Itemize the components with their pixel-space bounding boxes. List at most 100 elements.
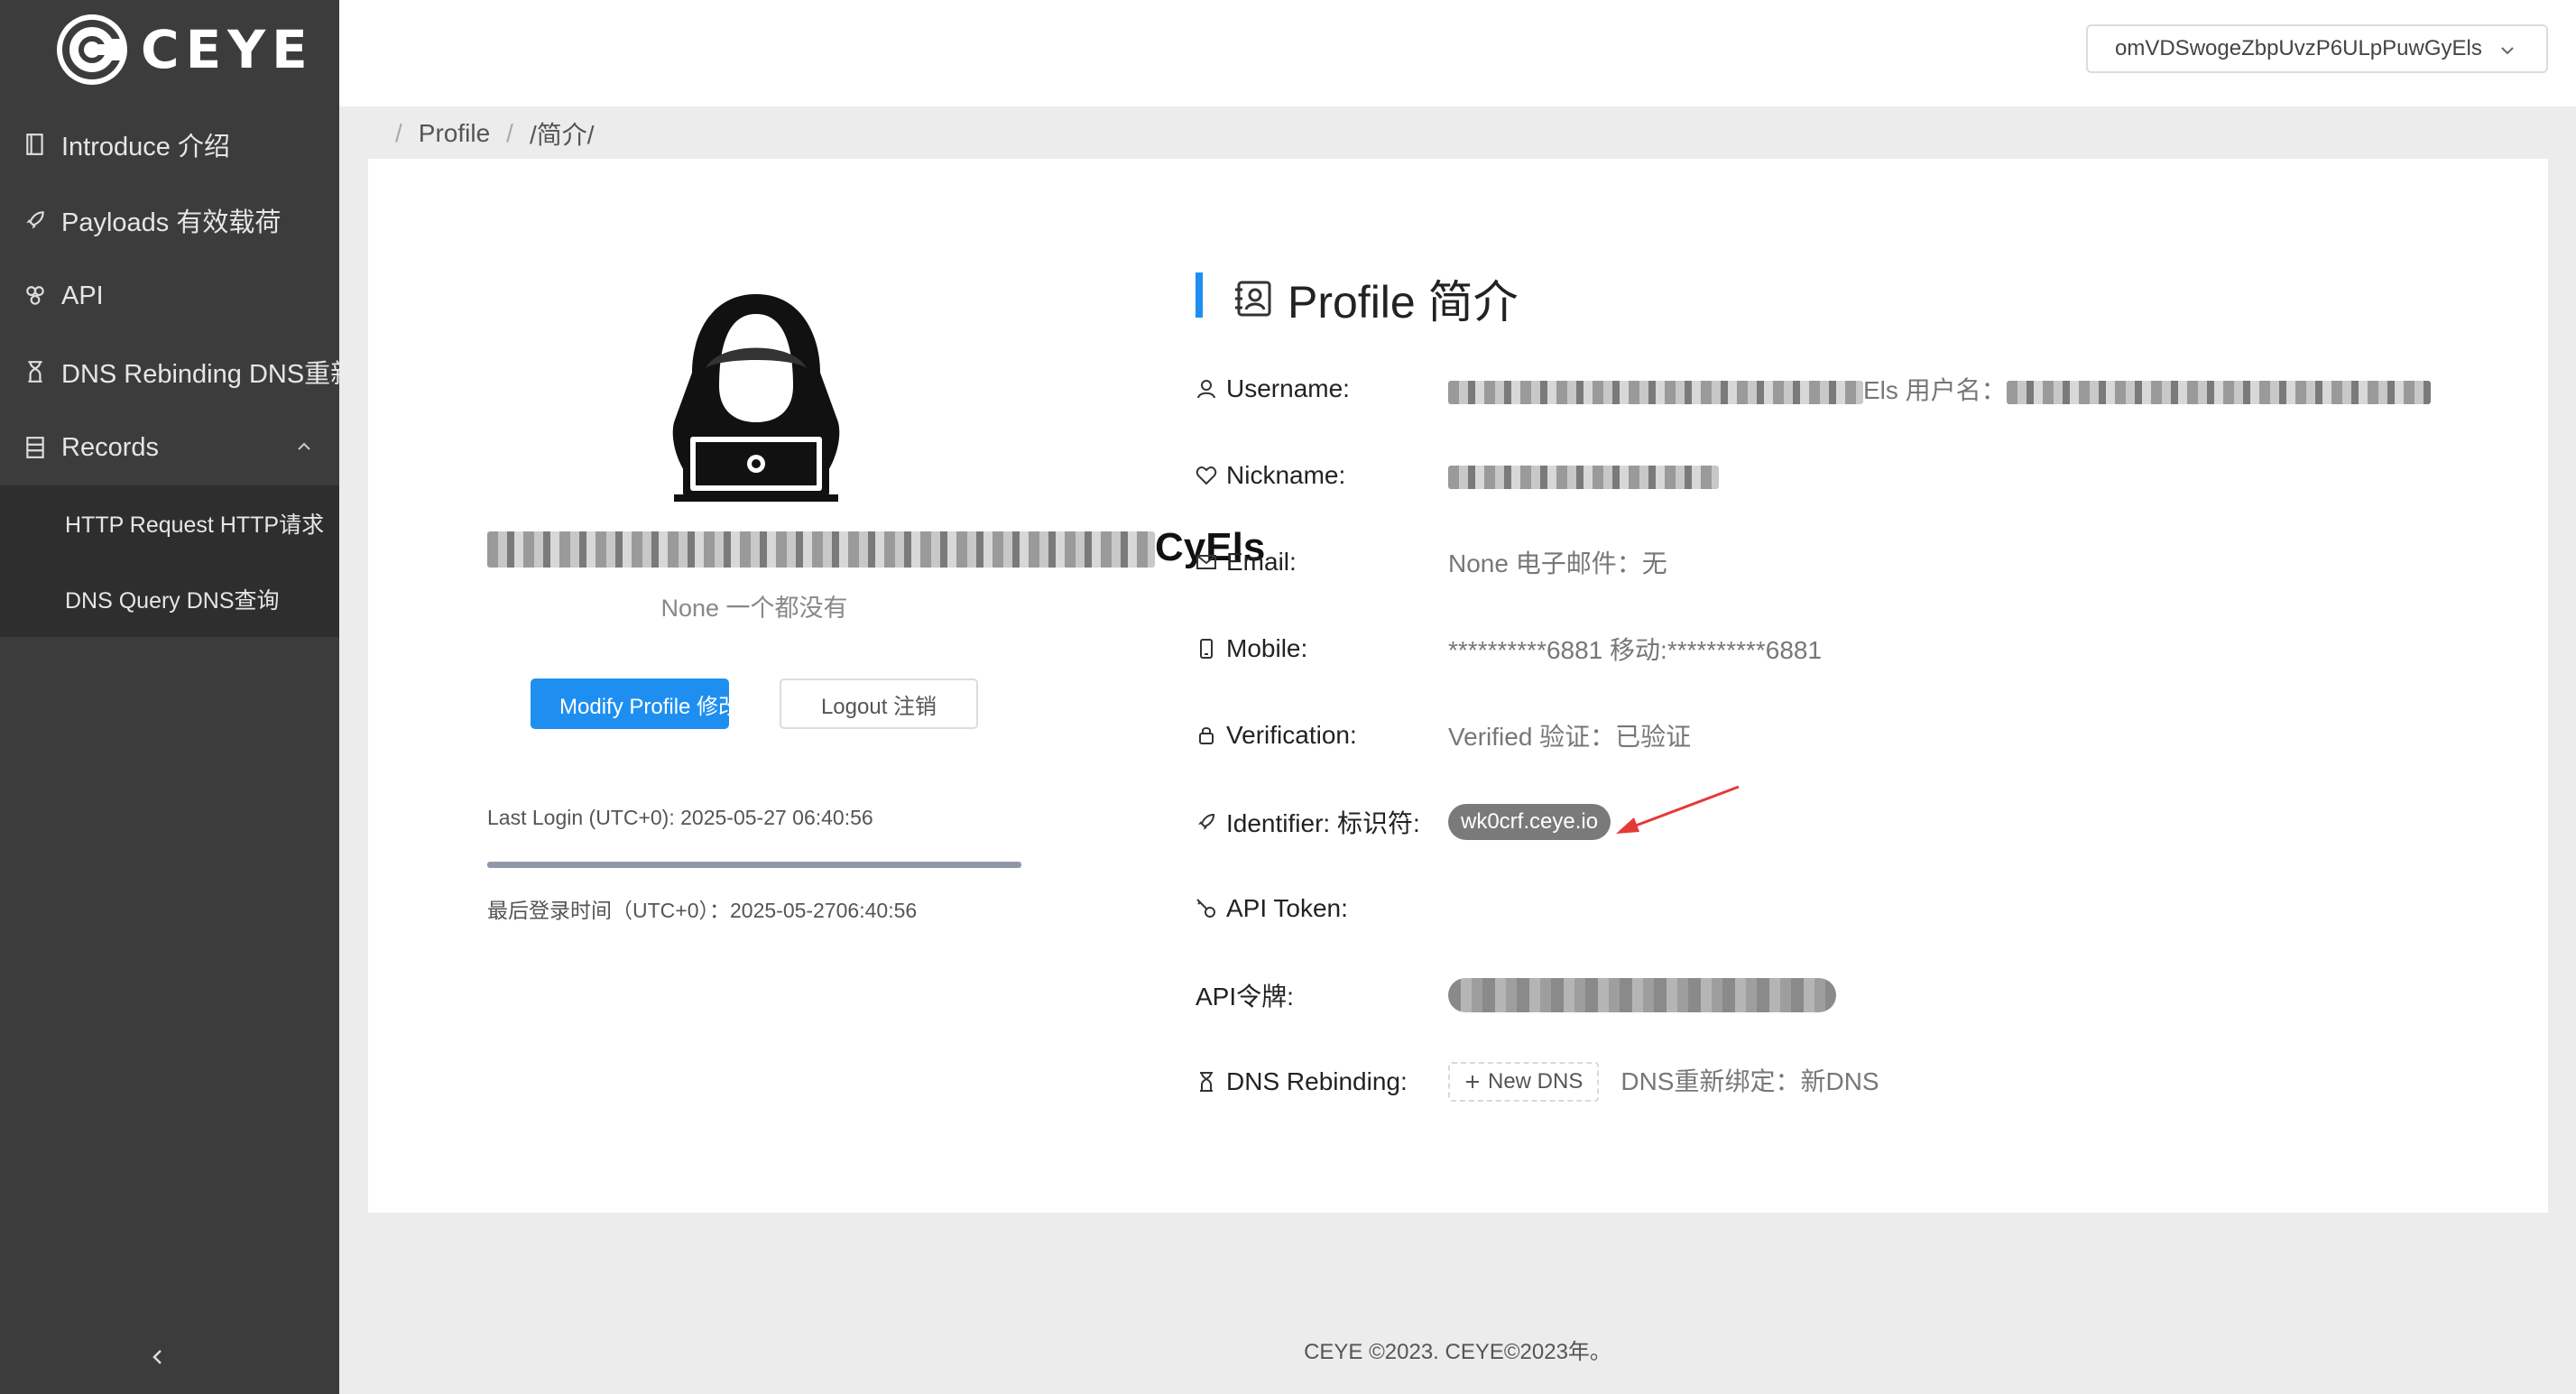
- nickname-label-text: Nickname:: [1226, 461, 1346, 489]
- username-value-text: Els 用户名：: [1863, 376, 2007, 404]
- user-icon: [1197, 380, 1215, 399]
- last-login: Last Login (UTC+0): 2025-05-27 06:40:56: [487, 806, 873, 829]
- sidebar-item-label: Introduce 介绍: [61, 133, 230, 162]
- sidebar-item-label: DNS Query DNS查询: [65, 588, 280, 614]
- api-icon: [26, 286, 44, 305]
- sidebar: CEYE Introduce 介绍 Payloads 有效载荷 API DNS …: [0, 0, 339, 1394]
- redacted-name-block: [487, 531, 1155, 568]
- top-bar: omVDSwogeZbpUvzP6ULpPuwGyEls: [339, 0, 2576, 106]
- api-token-row: API Token:: [1196, 886, 1448, 931]
- profile-name: CyEls: [487, 525, 1265, 570]
- verification-value: Verified 验证：已验证: [1448, 723, 1692, 751]
- logout-button[interactable]: Logout 注销: [780, 679, 978, 729]
- breadcrumb-item-profile[interactable]: Profile: [419, 119, 490, 148]
- email-label: Email:: [1196, 548, 1448, 577]
- dns-rebinding-row: DNS Rebinding: New DNS DNS重新绑定：新DNS: [1196, 1059, 1879, 1104]
- contact-card-icon: [1235, 281, 1271, 317]
- dns-rebinding-label-text: DNS Rebinding:: [1226, 1067, 1408, 1095]
- api-token-value: [1448, 978, 1836, 1012]
- dns-rebinding-label: DNS Rebinding:: [1196, 1067, 1448, 1096]
- identifier-label-text: Identifier: 标识符:: [1226, 809, 1420, 837]
- email-value: None 电子邮件：无: [1448, 549, 1667, 577]
- last-login-cn: 最后登录时间（UTC+0）：2025-05-2706:40:56: [487, 899, 918, 922]
- sidebar-item-introduce[interactable]: Introduce 介绍: [0, 106, 339, 182]
- verification-label-text: Verification:: [1226, 721, 1357, 749]
- username-label: Username:: [1196, 374, 1448, 403]
- red-arrow-annotation-icon: [1616, 785, 1740, 834]
- records-submenu: HTTP Request HTTP请求 DNS Query DNS查询: [0, 485, 339, 637]
- email-label-text: Email:: [1226, 548, 1297, 576]
- mail-icon: [1196, 555, 1216, 569]
- plus-icon: [1466, 1076, 1479, 1088]
- hourglass-icon: [28, 361, 42, 383]
- chevron-up-icon[interactable]: [296, 439, 312, 455]
- api-token-cn-label: API令牌:: [1196, 977, 1448, 1013]
- identifier-tag[interactable]: wk0crf.ceye.io: [1448, 804, 1611, 840]
- progress-bar: [487, 862, 1021, 868]
- sidebar-item-dns-query[interactable]: DNS Query DNS查询: [0, 561, 339, 637]
- redacted-nickname-block: [1448, 465, 1719, 489]
- sidebar-item-http-request[interactable]: HTTP Request HTTP请求: [0, 485, 339, 561]
- sidebar-item-label: Records: [61, 432, 159, 462]
- sidebar-item-label: API: [61, 281, 104, 310]
- rocket-icon: [1198, 813, 1215, 830]
- sidebar-item-dns-rebinding[interactable]: DNS Rebinding DNS重新: [0, 334, 339, 410]
- nickname-label: Nickname:: [1196, 461, 1448, 490]
- api-token-label-text: API Token:: [1226, 894, 1348, 922]
- section-title-text: Profile 简介: [1288, 277, 1519, 328]
- collapse-sidebar-icon[interactable]: [148, 1347, 168, 1367]
- mobile-phone-icon: [1200, 639, 1213, 659]
- verification-row: Verification: Verified 验证：已验证: [1196, 713, 1691, 758]
- chevron-down-icon: [2501, 47, 2514, 55]
- hourglass-icon: [1200, 1072, 1213, 1092]
- verification-label: Verification:: [1196, 721, 1448, 750]
- key-icon: [1196, 899, 1215, 918]
- username-label-text: Username:: [1226, 374, 1350, 402]
- breadcrumb: / Profile / /简介/: [379, 115, 595, 152]
- mobile-label-text: Mobile:: [1226, 634, 1308, 662]
- ceye-logo[interactable]: CEYE: [54, 11, 314, 88]
- username-row: Username: Els 用户名：: [1196, 366, 2431, 411]
- new-dns-button[interactable]: New DNS: [1448, 1062, 1600, 1102]
- api-token-cn-row: API令牌:: [1196, 973, 1836, 1018]
- section-title: Profile 简介: [1233, 266, 1519, 331]
- breadcrumb-separator: /: [395, 119, 402, 147]
- identifier-value: wk0crf.ceye.io: [1448, 804, 1611, 840]
- ceye-logo-icon: [57, 14, 127, 85]
- nickname-row: Nickname:: [1196, 453, 1719, 498]
- api-token-cn-label-text: API令牌:: [1196, 983, 1294, 1011]
- lock-icon: [1199, 727, 1214, 744]
- email-row: Email: None 电子邮件：无: [1196, 540, 1667, 585]
- nickname-subtitle: None 一个都没有: [660, 595, 848, 622]
- mobile-label: Mobile:: [1196, 634, 1448, 663]
- rocket-icon: [26, 211, 44, 229]
- section-accent-bar: [1196, 272, 1203, 318]
- identifier-row: Identifier: 标识符: wk0crf.ceye.io: [1196, 799, 1611, 845]
- api-token-label: API Token:: [1196, 894, 1448, 923]
- sidebar-item-payloads[interactable]: Payloads 有效载荷: [0, 182, 339, 258]
- user-select-dropdown[interactable]: omVDSwogeZbpUvzP6ULpPuwGyEls: [2086, 24, 2548, 73]
- sidebar-item-api[interactable]: API: [0, 258, 339, 334]
- heart-icon: [1196, 466, 1217, 485]
- sidebar-item-records[interactable]: Records: [0, 410, 339, 485]
- mobile-value: **********6881 移动:**********6881: [1448, 636, 1823, 664]
- nickname-value: [1448, 461, 1719, 490]
- modify-profile-button[interactable]: Modify Profile 修改: [531, 679, 729, 729]
- footer: CEYE ©2023. CEYE©2023年。: [1304, 1340, 1611, 1364]
- redacted-username-cn-block: [2006, 380, 2431, 404]
- database-icon: [26, 437, 44, 458]
- user-select-value: omVDSwogeZbpUvzP6ULpPuwGyEls: [2115, 36, 2482, 60]
- dns-rebinding-text: DNS重新绑定：新DNS: [1620, 1067, 1879, 1095]
- username-value: Els 用户名：: [1448, 371, 2431, 407]
- hacker-avatar-icon: [672, 294, 840, 502]
- sidebar-item-label: Payloads 有效载荷: [61, 208, 282, 237]
- sidebar-menu: Introduce 介绍 Payloads 有效载荷 API DNS Rebin…: [0, 106, 339, 637]
- breadcrumb-item-current: /简介/: [529, 121, 595, 149]
- breadcrumb-separator: /: [506, 119, 513, 147]
- book-icon: [26, 134, 43, 155]
- logo-text: CEYE: [141, 19, 314, 80]
- redacted-token-pill[interactable]: [1448, 978, 1836, 1012]
- sidebar-item-label: HTTP Request HTTP请求: [65, 512, 325, 538]
- redacted-username-block: [1448, 380, 1863, 404]
- mobile-row: Mobile: **********6881 移动:**********6881: [1196, 626, 1822, 671]
